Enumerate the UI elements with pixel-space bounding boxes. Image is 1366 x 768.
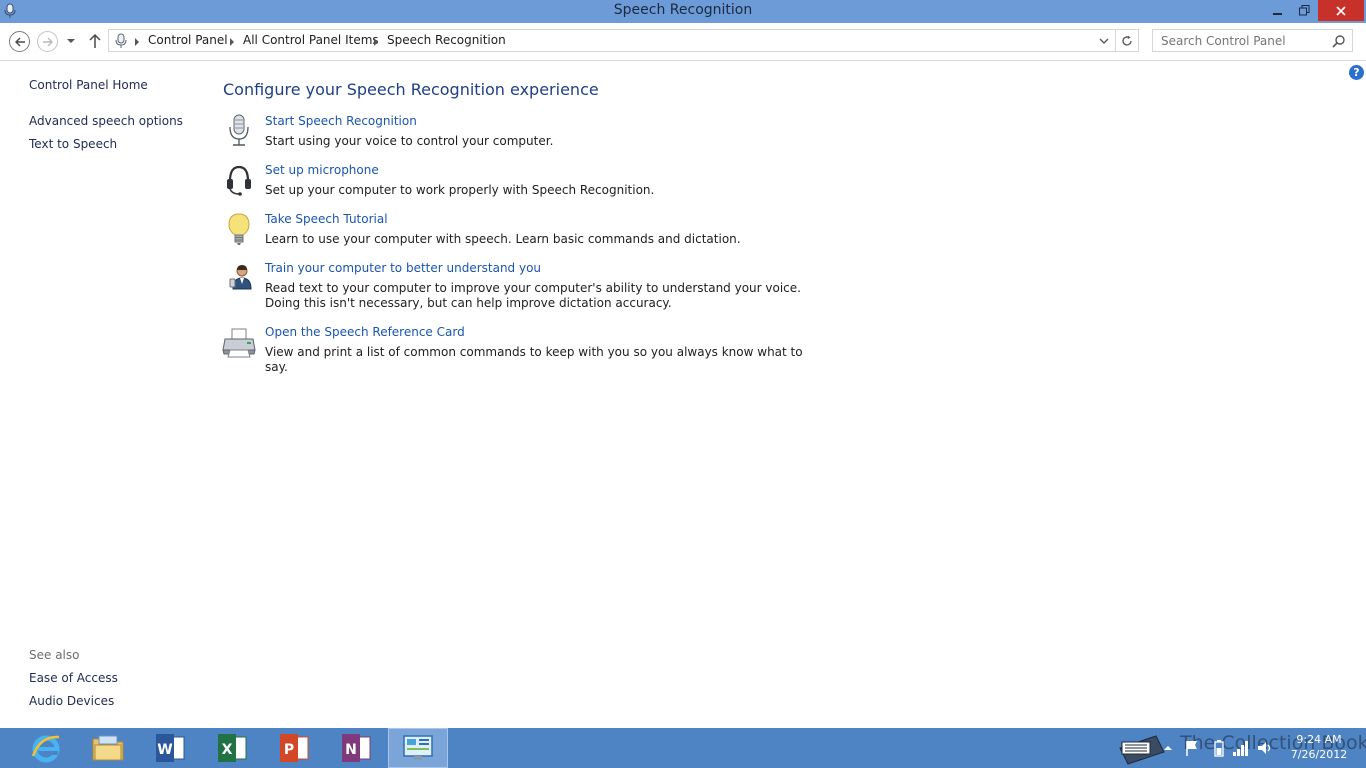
restore-icon [1298,5,1309,16]
title-bar: Speech Recognition [0,0,1366,23]
svg-text:P: P [284,742,294,758]
breadcrumb-separator-icon[interactable] [230,38,234,46]
taskbar-powerpoint[interactable]: P [264,728,324,768]
window-title: Speech Recognition [613,2,753,18]
powerpoint-icon: P [280,734,309,762]
chevron-down-icon[interactable] [1099,36,1109,46]
svg-text:N: N [345,742,357,758]
task-description: Read text to your computer to improve yo… [265,281,801,310]
battery-icon[interactable] [1212,739,1226,757]
touch-keyboard-icon[interactable] [1116,730,1166,766]
sidebar-item-advanced-speech-options[interactable]: Advanced speech options [29,114,183,128]
restore-button[interactable] [1291,0,1317,21]
headset-icon [227,165,251,196]
taskbar-word[interactable]: W [140,728,200,768]
search-icon[interactable] [1332,34,1346,48]
close-icon [1336,5,1346,16]
forward-button[interactable] [37,31,58,52]
task-description: Learn to use your computer with speech. … [265,232,741,246]
file-explorer-icon [92,735,124,761]
breadcrumb-separator-icon[interactable] [374,38,378,46]
person-icon [229,265,252,290]
task-description: View and print a list of common commands… [265,345,803,374]
sidebar-item-control-panel-home[interactable]: Control Panel Home [29,78,148,92]
control-panel-icon [403,735,433,760]
recent-locations-chevron-icon[interactable] [66,36,76,46]
volume-icon[interactable] [1256,739,1274,757]
clock-time: 9:24 AM [1296,733,1342,746]
system-clock[interactable]: 9:24 AM 7/26/2012 [1284,732,1354,762]
breadcrumb-separator-icon[interactable] [135,38,139,46]
clock-date: 7/26/2012 [1290,748,1348,761]
sidebar-item-audio-devices[interactable]: Audio Devices [29,694,114,708]
microphone-icon [229,114,249,146]
open-speech-reference-card-link[interactable]: Open the Speech Reference Card [265,325,465,339]
taskbar: W X P N The Collection Book 9:24 AM 7/26… [0,728,1366,768]
search-input[interactable] [1153,30,1329,51]
up-arrow-icon[interactable] [87,32,103,50]
page-title: Configure your Speech Recognition experi… [223,80,599,99]
sidebar-item-ease-of-access[interactable]: Ease of Access [29,671,118,685]
sidebar-item-text-to-speech[interactable]: Text to Speech [29,137,117,151]
start-speech-recognition-link[interactable]: Start Speech Recognition [265,114,417,128]
taskbar-file-explorer[interactable] [78,728,138,768]
taskbar-excel[interactable]: X [202,728,262,768]
action-center-flag-icon[interactable] [1184,739,1200,757]
printer-icon [222,328,256,358]
forward-arrow-icon [42,37,53,46]
search-box[interactable] [1152,29,1353,52]
close-button[interactable] [1318,0,1364,21]
onenote-icon: N [342,734,371,762]
microphone-icon [115,33,127,48]
back-button[interactable] [9,31,30,52]
svg-text:W: W [157,742,172,758]
address-bar[interactable]: Control Panel All Control Panel Items Sp… [108,29,1116,52]
refresh-button[interactable] [1116,29,1139,52]
minimize-button[interactable] [1265,0,1291,21]
excel-icon: X [218,734,247,762]
task-description: Start using your voice to control your c… [265,134,554,148]
show-hidden-icons-chevron-icon[interactable] [1162,742,1174,754]
set-up-microphone-link[interactable]: Set up microphone [265,163,379,177]
take-speech-tutorial-link[interactable]: Take Speech Tutorial [265,212,388,226]
see-also-heading: See also [29,648,80,662]
refresh-icon [1122,35,1132,46]
word-icon: W [156,734,185,762]
minimize-icon [1273,12,1282,15]
network-signal-icon[interactable] [1232,739,1250,757]
train-computer-link[interactable]: Train your computer to better understand… [265,261,541,275]
lightbulb-icon [228,213,250,245]
internet-explorer-icon [31,735,60,763]
taskbar-control-panel[interactable] [388,728,448,768]
navigation-bar: Control Panel All Control Panel Items Sp… [0,23,1366,61]
breadcrumb-speech-recognition[interactable]: Speech Recognition [387,33,506,47]
breadcrumb-all-items[interactable]: All Control Panel Items [243,33,379,47]
taskbar-onenote[interactable]: N [326,728,386,768]
help-icon[interactable]: ? [1349,65,1364,80]
breadcrumb-control-panel[interactable]: Control Panel [148,33,228,47]
taskbar-internet-explorer[interactable] [16,728,76,768]
svg-text:X: X [222,742,233,758]
task-description: Set up your computer to work properly wi… [265,183,655,197]
back-arrow-icon [14,37,25,46]
